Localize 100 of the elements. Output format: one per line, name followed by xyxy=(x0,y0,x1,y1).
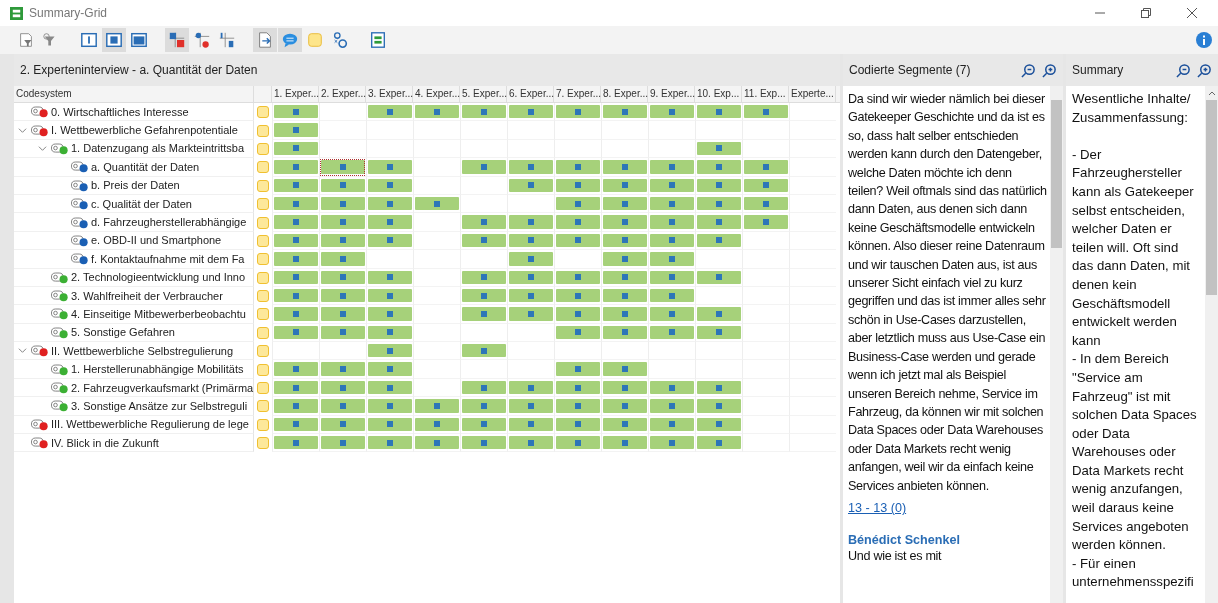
column-header[interactable]: 6. Exper... xyxy=(507,86,554,102)
grid-cell[interactable] xyxy=(554,286,601,306)
grid-cell[interactable] xyxy=(507,176,554,195)
grid-cell[interactable] xyxy=(601,103,648,122)
grid-cell[interactable] xyxy=(601,415,648,435)
grid-cell[interactable] xyxy=(742,176,789,195)
column-header[interactable]: 4. Exper... xyxy=(413,86,460,102)
grid-cell[interactable] xyxy=(413,103,460,122)
grid-cell[interactable] xyxy=(460,397,507,416)
grid-cell[interactable] xyxy=(366,342,413,361)
zoom-in-icon[interactable] xyxy=(1042,62,1057,78)
grid-cell[interactable] xyxy=(695,415,742,435)
grid-cell[interactable] xyxy=(272,103,319,122)
scrollbar[interactable] xyxy=(1050,86,1063,603)
code-label[interactable]: 1. Herstellerunabhängige Mobilitäts xyxy=(71,363,244,376)
document-button[interactable] xyxy=(253,28,277,52)
grid-cell[interactable] xyxy=(413,231,460,251)
grid-cell[interactable] xyxy=(413,194,460,214)
grid-cell[interactable] xyxy=(366,103,413,122)
grid-cell[interactable] xyxy=(507,397,554,416)
code-label[interactable]: c. Qualität der Daten xyxy=(91,197,192,210)
code-label[interactable]: 2. Fahrzeugverkaufsmarkt (Primärma xyxy=(71,381,254,394)
grid-cell[interactable] xyxy=(789,176,836,195)
grid-cell[interactable] xyxy=(648,342,695,361)
grid-cell[interactable] xyxy=(366,323,413,343)
grid-cell[interactable] xyxy=(272,194,319,214)
grid-cell[interactable] xyxy=(601,360,648,379)
code-label[interactable]: II. Wettbewerbliche Selbstregulierung xyxy=(51,344,233,357)
chevron-icon[interactable] xyxy=(18,125,27,135)
column-header[interactable]: 10. Exp... xyxy=(695,86,742,102)
grid-cell[interactable] xyxy=(554,434,601,453)
code-label[interactable]: III. Wettbewerbliche Regulierung de lege xyxy=(51,418,249,431)
grid-cell[interactable] xyxy=(554,158,601,177)
grid-cell[interactable] xyxy=(742,378,789,398)
grid-cell[interactable] xyxy=(272,176,319,195)
grid-cell[interactable] xyxy=(507,213,554,232)
grid-cell[interactable] xyxy=(695,103,742,122)
grid-cell[interactable] xyxy=(460,158,507,177)
code-label[interactable]: e. OBD-II und Smartphone xyxy=(91,234,222,247)
grid-cell[interactable] xyxy=(742,213,789,232)
code-label[interactable]: IV. Blick in die Zukunft xyxy=(51,436,159,449)
grid-cell[interactable] xyxy=(413,397,460,416)
grid-cell[interactable] xyxy=(507,323,554,343)
grid-cell[interactable] xyxy=(554,305,601,324)
comment-button[interactable] xyxy=(278,28,302,52)
grid-cell[interactable] xyxy=(648,268,695,287)
grid-cell[interactable] xyxy=(272,213,319,232)
grid-cell[interactable] xyxy=(554,139,601,159)
grid-cell[interactable] xyxy=(648,158,695,177)
grid-cell[interactable] xyxy=(319,231,366,251)
grid-cell[interactable] xyxy=(554,250,601,269)
grid-cell[interactable] xyxy=(366,397,413,416)
code-label[interactable]: a. Quantität der Daten xyxy=(91,160,200,173)
grid-cell[interactable] xyxy=(554,323,601,343)
grid-cell[interactable] xyxy=(601,176,648,195)
code-label[interactable]: 0. Wirtschaftliches Interesse xyxy=(51,105,189,118)
grid-cell[interactable] xyxy=(695,305,742,324)
grid-cell[interactable] xyxy=(742,397,789,416)
grid-cell[interactable] xyxy=(366,378,413,398)
grid-cell[interactable] xyxy=(554,176,601,195)
code-label[interactable]: 2. Technologieentwicklung und Inno xyxy=(71,271,246,284)
grid-cell[interactable] xyxy=(460,213,507,232)
scrollbar[interactable] xyxy=(1205,86,1218,603)
grid-cell[interactable] xyxy=(648,139,695,159)
grid-cell[interactable] xyxy=(601,286,648,306)
grid-cell[interactable] xyxy=(272,305,319,324)
column-header[interactable]: Codesystem xyxy=(14,86,254,102)
grid-cell[interactable] xyxy=(366,415,413,435)
grid-cell[interactable] xyxy=(648,323,695,343)
grid-cell[interactable] xyxy=(695,158,742,177)
grid-cell[interactable] xyxy=(413,415,460,435)
grid-cell[interactable] xyxy=(366,305,413,324)
grid-cell[interactable] xyxy=(366,213,413,232)
grid-cell[interactable] xyxy=(648,305,695,324)
grid-cell[interactable] xyxy=(319,158,366,177)
info-icon[interactable] xyxy=(1196,32,1212,48)
grid-cell[interactable] xyxy=(507,139,554,159)
grid-cell[interactable] xyxy=(272,323,319,343)
zoom-out-icon[interactable] xyxy=(1176,62,1191,78)
grid-cell[interactable] xyxy=(695,194,742,214)
grid-cell[interactable] xyxy=(601,139,648,159)
grid-cell[interactable] xyxy=(272,158,319,177)
grid-cell[interactable] xyxy=(695,231,742,251)
grid-cell[interactable] xyxy=(601,231,648,251)
grid-cell[interactable] xyxy=(695,323,742,343)
scroll-up-icon[interactable] xyxy=(1207,89,1216,97)
grid-cell[interactable] xyxy=(319,103,366,122)
grid-cell[interactable] xyxy=(601,194,648,214)
grid-cell[interactable] xyxy=(789,194,836,214)
grid-cell[interactable] xyxy=(319,250,366,269)
grid-cell[interactable] xyxy=(272,360,319,379)
grid-cell[interactable] xyxy=(648,250,695,269)
grid-cell[interactable] xyxy=(554,213,601,232)
code-label[interactable]: 3. Wahlfreiheit der Verbraucher xyxy=(71,289,223,302)
grid-cell[interactable] xyxy=(507,415,554,435)
grid-cell[interactable] xyxy=(319,176,366,195)
grid-cell[interactable] xyxy=(413,176,460,195)
grid-cell[interactable] xyxy=(695,250,742,269)
grid-cell[interactable] xyxy=(319,213,366,232)
grid-cell[interactable] xyxy=(507,286,554,306)
